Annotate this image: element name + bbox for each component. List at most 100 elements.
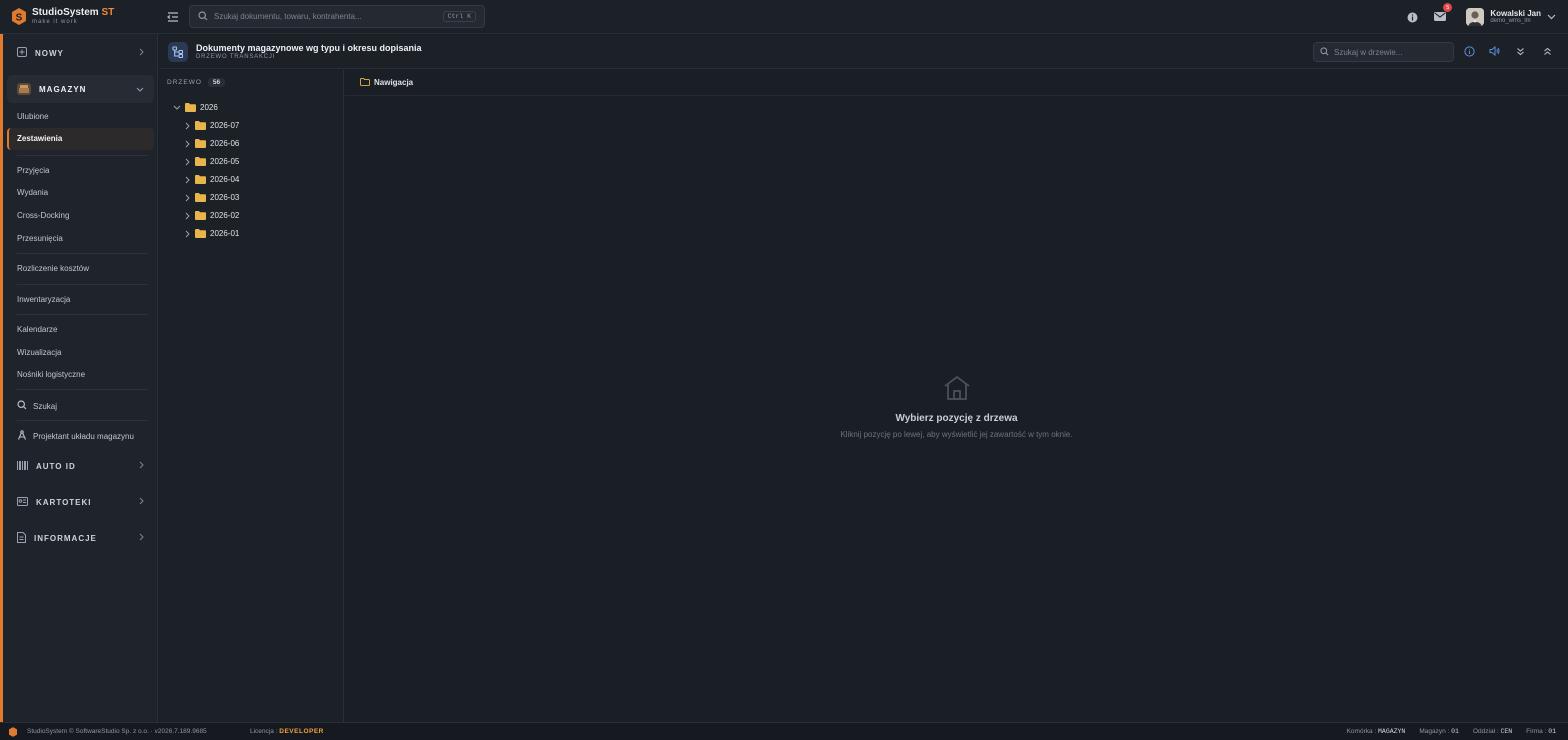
menu-collapse-icon[interactable] <box>166 10 180 24</box>
page-header: Dokumenty magazynowe wg typu i okresu do… <box>159 35 1568 69</box>
footer-logo-icon <box>9 727 17 739</box>
brand-tagline: make it work <box>32 19 78 25</box>
mail-icon <box>1434 11 1447 23</box>
warehouse-icon <box>17 83 31 95</box>
sidebar-item-cross-docking[interactable]: Cross-Docking <box>17 211 69 220</box>
sidebar-item-wydania[interactable]: Wydania <box>17 188 48 197</box>
global-search-box[interactable]: Ctrl K <box>189 5 485 28</box>
info-circle-icon <box>1463 45 1475 59</box>
breadcrumb: Nawigacja <box>345 70 1568 96</box>
tree-structure-icon <box>168 42 188 62</box>
sidebar-item-label: Zestawienia <box>17 134 63 143</box>
tree-node-root[interactable]: 2026 <box>173 103 218 112</box>
avatar <box>1466 8 1485 26</box>
sidebar-section-auto-id[interactable]: AUTO ID <box>7 452 154 480</box>
tree-node[interactable]: 2026-05 <box>183 157 239 166</box>
sidebar-section-magazyn[interactable]: MAGAZYN <box>7 75 154 103</box>
sidebar-divider <box>17 284 148 285</box>
announce-button[interactable] <box>1485 43 1503 61</box>
tree-node-label: 2026-03 <box>210 193 240 202</box>
speaker-icon <box>1489 45 1500 58</box>
sidebar-item-inwentaryzacja[interactable]: Inwentaryzacja <box>17 295 70 304</box>
chevron-right-icon[interactable] <box>183 212 191 220</box>
sidebar-item-projektant[interactable]: Projektant układu magazynu <box>17 430 134 442</box>
chevrons-up-icon <box>1543 47 1552 58</box>
content-area: Nawigacja Wybierz pozycję z drzewa Klikn… <box>345 70 1568 722</box>
page-subtitle: DRZEWO TRANSAKCJI <box>196 54 276 60</box>
chevron-right-icon[interactable] <box>183 176 191 184</box>
sidebar-section-label: KARTOTEKI <box>36 497 92 507</box>
sidebar-section-label: INFORMACJE <box>34 533 97 543</box>
sidebar-item-przyjecia[interactable]: Przyjęcia <box>17 166 49 175</box>
sidebar-item-nosniki-logistyczne[interactable]: Nośniki logistyczne <box>17 370 85 379</box>
chevrons-down-icon <box>1516 47 1525 58</box>
footer-magazyn: Magazyn : 01 <box>1419 728 1459 735</box>
sidebar-item-przesuniecia[interactable]: Przesunięcia <box>17 234 63 243</box>
notification-badge: 5 <box>1443 3 1453 12</box>
chevron-right-icon[interactable] <box>183 194 191 202</box>
folder-icon <box>195 211 206 220</box>
global-search-input[interactable] <box>214 12 437 21</box>
compass-icon <box>17 430 27 442</box>
sidebar-divider <box>17 155 148 156</box>
sidebar-item-zestawienia[interactable]: Zestawienia <box>7 128 154 150</box>
id-card-icon <box>17 496 28 508</box>
sidebar-item-wizualizacja[interactable]: Wizualizacja <box>17 348 61 357</box>
tree-pane: DRZEWO 56 2026 2026-07 2026-06 2026-05 2… <box>159 70 344 722</box>
folder-icon <box>195 157 206 166</box>
sidebar-item-label: Szukaj <box>33 401 58 411</box>
tree-node[interactable]: 2026-01 <box>183 229 239 238</box>
tree-node[interactable]: 2026-04 <box>183 175 239 184</box>
tree-node-label: 2026-04 <box>210 175 240 184</box>
chevron-right-icon[interactable] <box>183 140 191 148</box>
folder-icon <box>195 121 206 130</box>
sidebar-item-rozliczenie-kosztow[interactable]: Rozliczenie kosztów <box>17 264 89 273</box>
document-icon <box>17 531 26 545</box>
tree-node[interactable]: 2026-03 <box>183 193 239 202</box>
collapse-all-button[interactable] <box>1538 43 1556 61</box>
info-circle-button[interactable] <box>1460 43 1478 61</box>
folder-icon <box>195 229 206 238</box>
info-icon[interactable] <box>1404 9 1420 25</box>
tree-label: DRZEWO <box>167 79 202 86</box>
sidebar-item-kalendarze[interactable]: Kalendarze <box>17 325 57 334</box>
tree-search-input[interactable] <box>1334 47 1447 57</box>
tree-node-label: 2026-01 <box>210 229 240 238</box>
brand[interactable]: S StudioSystem ST make it work <box>0 0 158 34</box>
breadcrumb-item[interactable]: Nawigacja <box>374 78 413 87</box>
sidebar-divider <box>17 389 148 390</box>
sidebar-item-szukaj[interactable]: Szukaj <box>17 400 57 412</box>
messages-button[interactable]: 5 <box>1432 3 1453 25</box>
tree-node-label: 2026-05 <box>210 157 240 166</box>
tree-node[interactable]: 2026-02 <box>183 211 239 220</box>
svg-text:S: S <box>15 13 22 24</box>
tree-search-box[interactable] <box>1313 42 1454 62</box>
sidebar-section-nowy[interactable]: NOWY <box>7 39 154 67</box>
chevron-right-icon[interactable] <box>183 158 191 166</box>
folder-icon <box>185 103 196 112</box>
footer-license: Licencja : DEVELOPER <box>250 728 324 735</box>
tree-node[interactable]: 2026-06 <box>183 139 239 148</box>
chevron-right-icon[interactable] <box>183 230 191 238</box>
brand-name: StudioSystem ST <box>32 7 115 18</box>
tree-count-badge: 56 <box>207 78 226 87</box>
chevron-down-icon[interactable] <box>173 104 181 112</box>
tree-node-label: 2026-06 <box>210 139 240 148</box>
footer-copyright: StudioSystem © SoftwareStudio Sp. z o.o.… <box>27 728 207 735</box>
sidebar-section-informacje[interactable]: INFORMACJE <box>7 524 154 552</box>
search-icon <box>198 10 208 23</box>
sidebar-section-label: MAGAZYN <box>39 84 87 94</box>
chevron-down-icon <box>1547 13 1556 22</box>
chevron-right-icon <box>139 48 144 58</box>
chevron-right-icon[interactable] <box>183 122 191 130</box>
sidebar-section-kartoteki[interactable]: KARTOTEKI <box>7 488 154 516</box>
expand-all-button[interactable] <box>1511 43 1529 61</box>
sidebar-item-ulubione[interactable]: Ulubione <box>17 112 49 121</box>
tree-node[interactable]: 2026-07 <box>183 121 239 130</box>
chevron-right-icon <box>139 497 144 507</box>
tree-node-label: 2026 <box>200 103 218 112</box>
footer-firma: Firma : 01 <box>1526 728 1556 735</box>
license-value: DEVELOPER <box>279 728 324 735</box>
user-menu[interactable]: Kowalski Jan demo_wms_lm <box>1466 8 1556 26</box>
empty-state: Wybierz pozycję z drzewa Kliknij pozycję… <box>345 375 1568 439</box>
